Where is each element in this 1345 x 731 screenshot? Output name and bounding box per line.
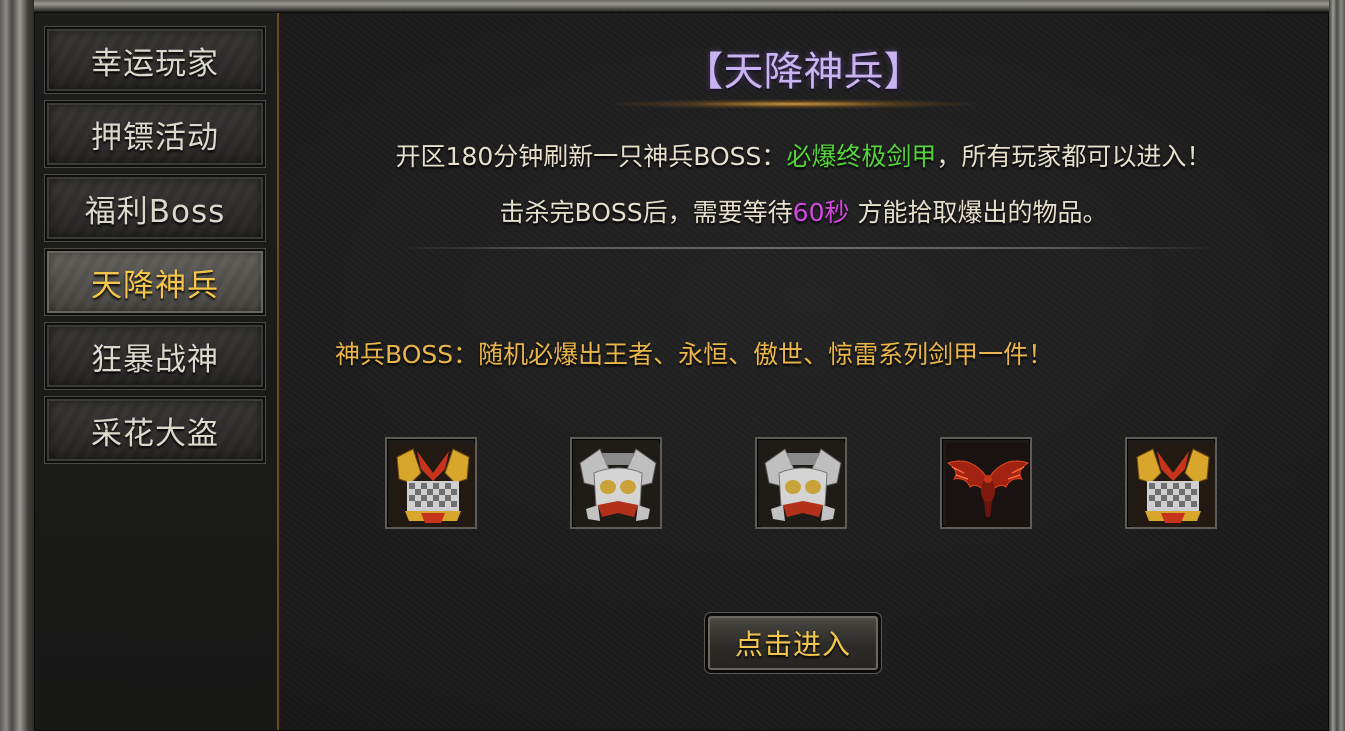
wait-time-highlight: 60秒 xyxy=(792,198,850,227)
sidebar: 幸运玩家 押镖活动 福利Boss 天降神兵 狂暴战神 采花大盗 xyxy=(35,13,279,730)
content-area: 【天降神兵】 开区180分钟刷新一只神兵BOSS：必爆终极剑甲，所有玩家都可以进… xyxy=(279,13,1328,730)
drop-info-text: 神兵BOSS：随机必爆出王者、永恒、傲世、惊雷系列剑甲一件！ xyxy=(335,340,1054,369)
reward-item-slot[interactable] xyxy=(755,437,847,529)
gold-armor-icon xyxy=(1131,443,1215,527)
gold-armor-icon xyxy=(391,443,475,527)
reward-item-slot[interactable] xyxy=(570,437,662,529)
sidebar-item-escort[interactable]: 押镖活动 xyxy=(44,100,266,168)
description-line-1-tail: ，所有玩家都可以进入！ xyxy=(936,142,1212,171)
silver-armor-icon xyxy=(761,443,845,527)
guaranteed-drop-highlight: 必爆终极剑甲 xyxy=(786,142,937,171)
demon-wing-armor-icon xyxy=(946,443,1030,527)
description-line-2: 击杀完BOSS后，需要等待60秒 方能拾取爆出的物品。 xyxy=(279,193,1328,229)
silver-armor-icon xyxy=(576,443,660,527)
title-glow-divider xyxy=(609,99,979,109)
section-divider xyxy=(399,247,1218,249)
event-panel: 幸运玩家 押镖活动 福利Boss 天降神兵 狂暴战神 采花大盗 【天降神兵】 开… xyxy=(34,12,1329,731)
description-line-2-text: 击杀完BOSS后，需要等待 xyxy=(499,198,793,227)
reward-item-slot[interactable] xyxy=(1125,437,1217,529)
reward-item-slot[interactable] xyxy=(385,437,477,529)
sidebar-item-berserk-god[interactable]: 狂暴战神 xyxy=(44,322,266,390)
reward-item-slot[interactable] xyxy=(940,437,1032,529)
reward-items xyxy=(279,437,1328,533)
sidebar-item-divine-weapon[interactable]: 天降神兵 xyxy=(44,248,266,316)
description-line-2-tail: 方能拾取爆出的物品。 xyxy=(857,198,1108,227)
sidebar-item-flower-thief[interactable]: 采花大盗 xyxy=(44,396,266,464)
description-line-1-text: 开区180分钟刷新一只神兵BOSS： xyxy=(395,142,787,171)
description-line-1: 开区180分钟刷新一只神兵BOSS：必爆终极剑甲，所有玩家都可以进入！ xyxy=(279,137,1328,173)
page-title: 【天降神兵】 xyxy=(683,49,924,95)
enter-button[interactable]: 点击进入 xyxy=(704,612,882,674)
sidebar-item-welfare-boss[interactable]: 福利Boss xyxy=(44,174,266,242)
sidebar-item-lucky-player[interactable]: 幸运玩家 xyxy=(44,26,266,94)
window-frame: 幸运玩家 押镖活动 福利Boss 天降神兵 狂暴战神 采花大盗 【天降神兵】 开… xyxy=(0,0,1345,731)
